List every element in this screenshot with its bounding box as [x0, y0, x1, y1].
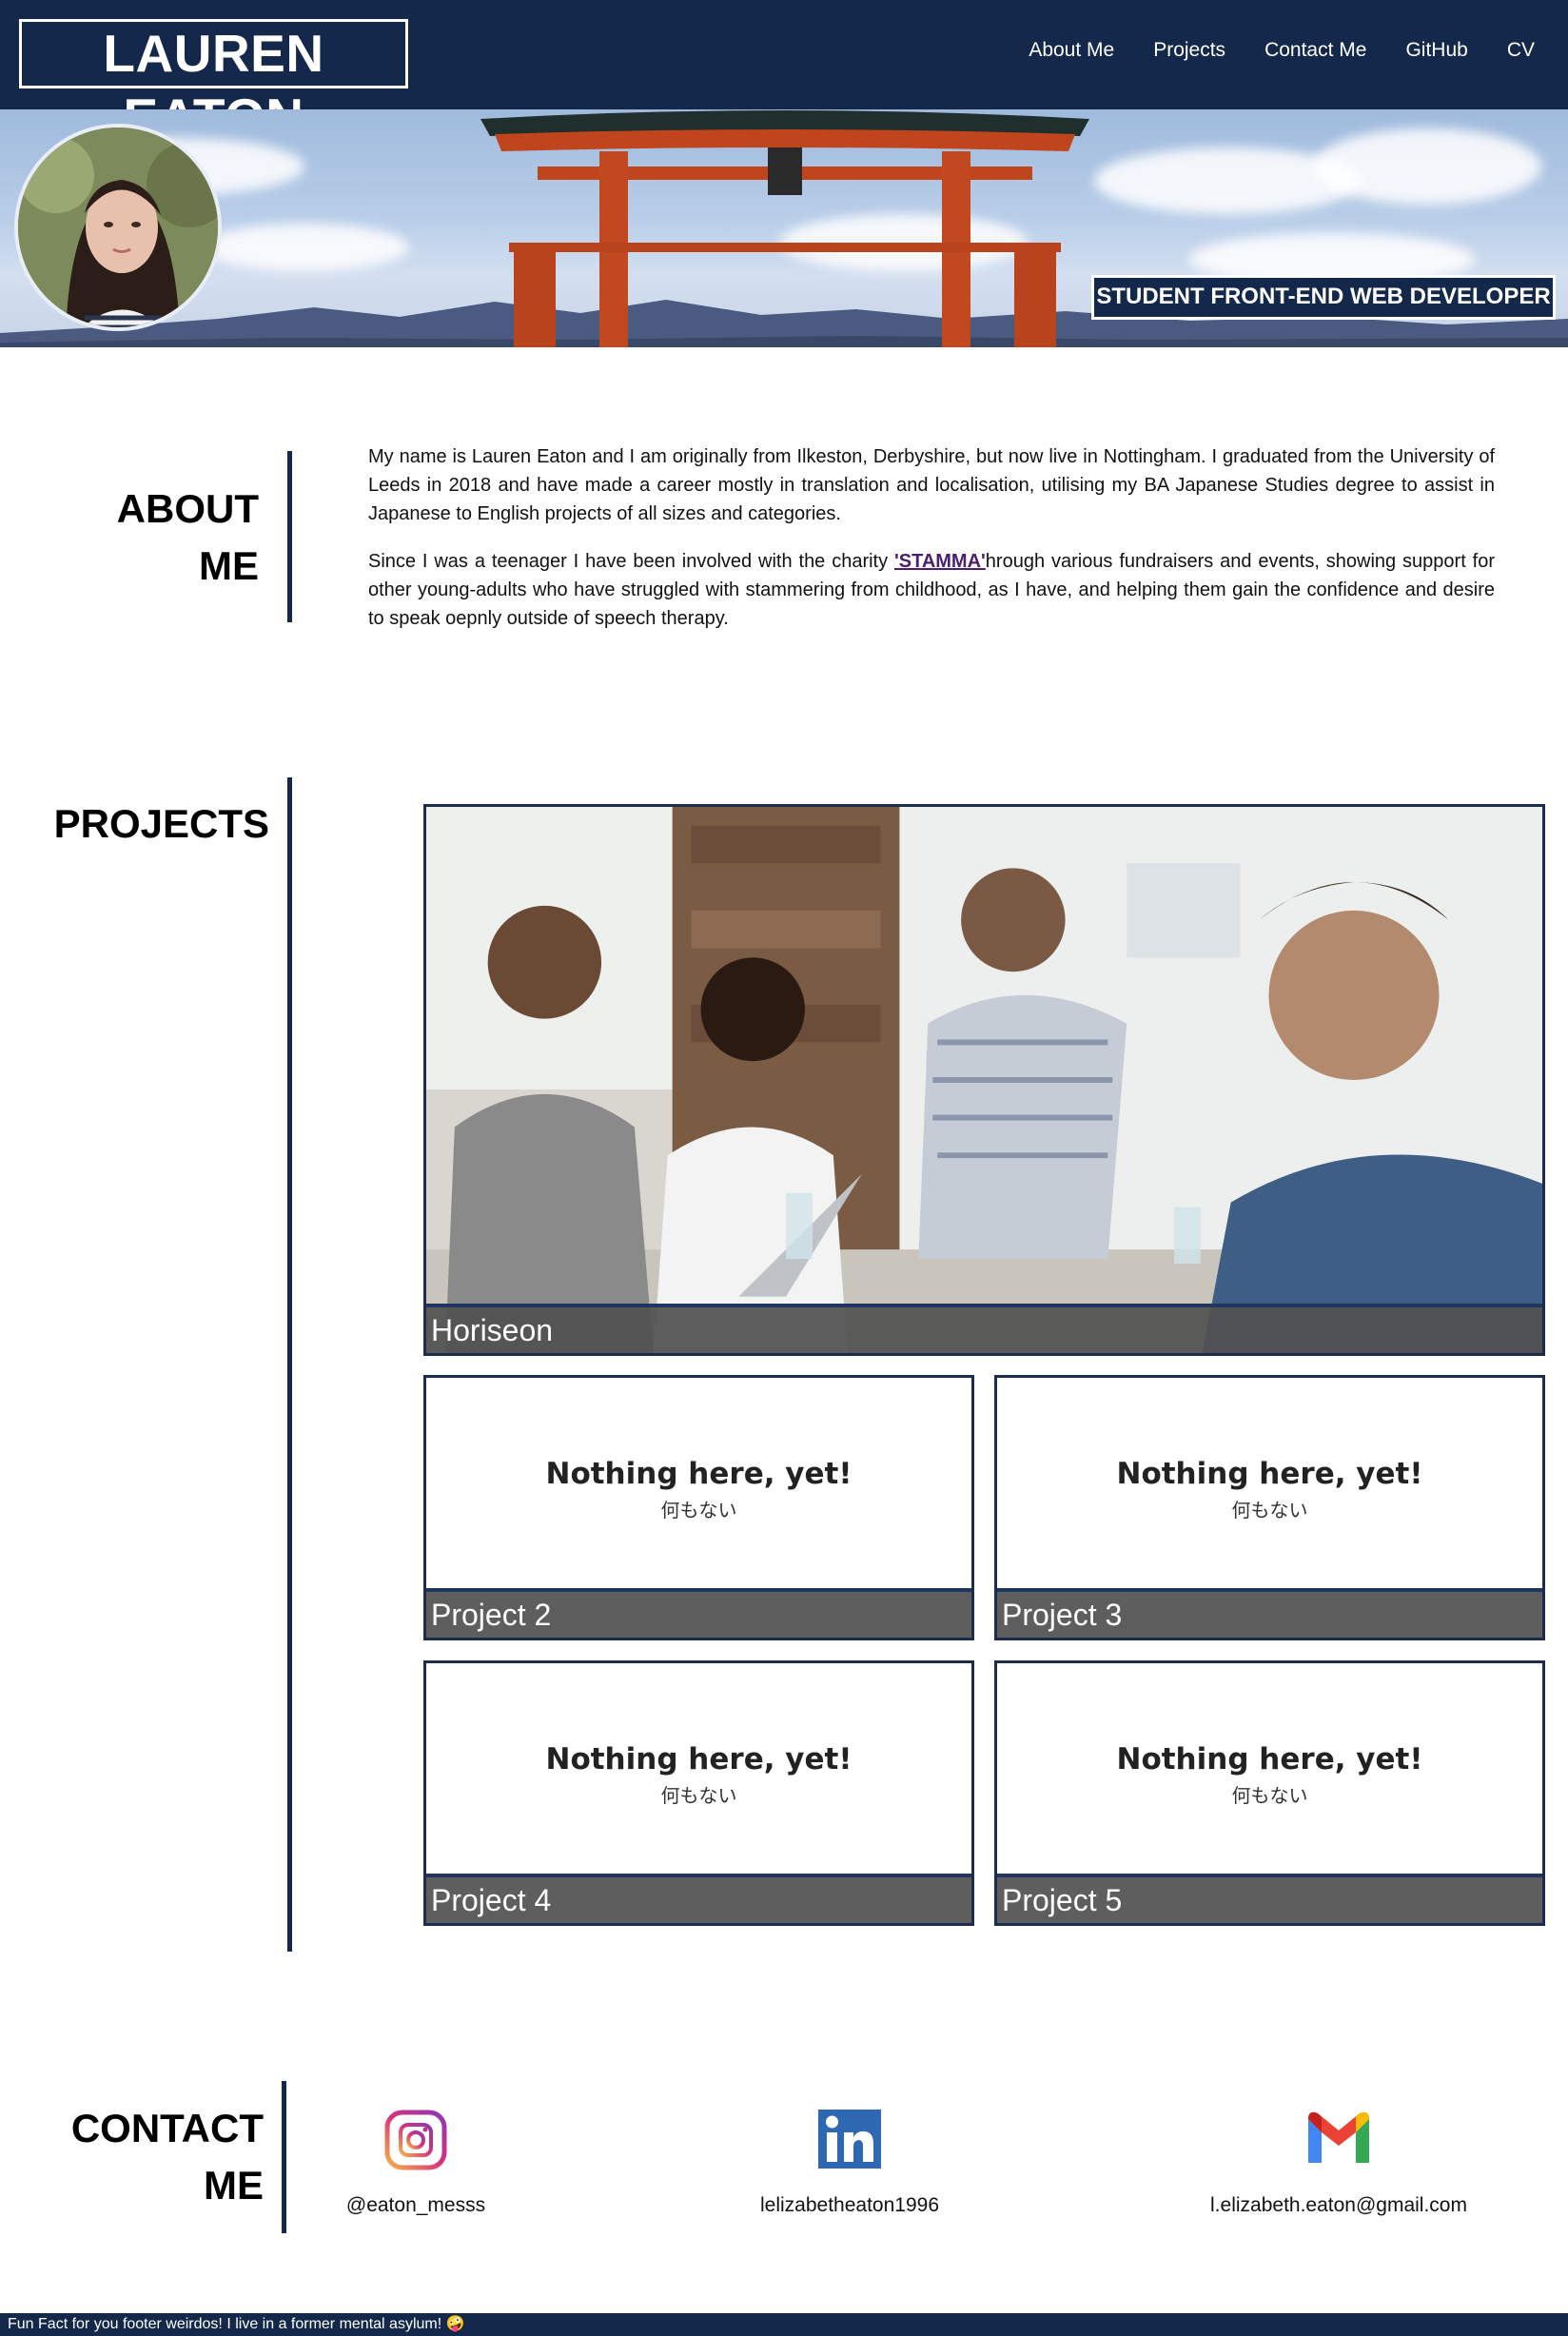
- gmail-icon[interactable]: [1306, 2108, 1371, 2169]
- project-card-4[interactable]: Nothing here, yet! 何もない Project 4: [423, 1660, 974, 1926]
- torii-gate-graphic: [480, 110, 1089, 347]
- contact-heading: CONTACT ME: [70, 2106, 264, 2208]
- email-address[interactable]: l.elizabeth.eaton@gmail.com: [1196, 2194, 1481, 2217]
- stamma-link[interactable]: 'STAMMA': [894, 551, 986, 572]
- about-paragraph-1: My name is Lauren Eaton and I am origina…: [368, 446, 1495, 524]
- instagram-icon[interactable]: [384, 2110, 447, 2170]
- nav-cv[interactable]: CV: [1507, 36, 1535, 65]
- nav-contact-me[interactable]: Contact Me: [1264, 36, 1366, 65]
- project-placeholder: Nothing here, yet! 何もない: [1116, 1742, 1423, 1807]
- nav-github[interactable]: GitHub: [1405, 36, 1467, 65]
- project-caption-5: Project 5: [997, 1874, 1542, 1923]
- linkedin-handle[interactable]: lelizabetheaton1996: [735, 2194, 964, 2217]
- projects-divider: [287, 777, 292, 1952]
- nav-projects[interactable]: Projects: [1153, 36, 1225, 65]
- project-card-horiseon[interactable]: Horiseon: [423, 804, 1545, 1356]
- project-caption-2: Project 2: [426, 1588, 971, 1638]
- project-card-5[interactable]: Nothing here, yet! 何もない Project 5: [994, 1660, 1545, 1926]
- instagram-handle[interactable]: @eaton_messs: [321, 2194, 511, 2217]
- project-caption-horiseon: Horiseon: [426, 1304, 1542, 1353]
- site-logo[interactable]: LAUREN EATON: [19, 19, 408, 147]
- nav-about-me[interactable]: About Me: [1029, 36, 1114, 65]
- about-paragraph-2: Since I was a teenager I have been invol…: [368, 551, 1495, 629]
- site-header: LAUREN EATON About Me Projects Contact M…: [0, 0, 1568, 147]
- site-footer: Fun Fact for you footer weirdos! I live …: [0, 2313, 1568, 2336]
- project-placeholder: Nothing here, yet! 何もない: [545, 1742, 853, 1807]
- project-caption-4: Project 4: [426, 1874, 971, 1923]
- project-placeholder: Nothing here, yet! 何もない: [1116, 1457, 1423, 1521]
- project-card-2[interactable]: Nothing here, yet! 何もない Project 2: [423, 1375, 974, 1640]
- project-card-3[interactable]: Nothing here, yet! 何もない Project 3: [994, 1375, 1545, 1640]
- contact-divider: [282, 2081, 286, 2233]
- hero-tagline: STUDENT FRONT-END WEB DEVELOPER: [1091, 275, 1556, 320]
- linkedin-icon[interactable]: [818, 2110, 881, 2169]
- project-placeholder: Nothing here, yet! 何もない: [545, 1457, 853, 1521]
- project-image: [426, 807, 1542, 1353]
- about-divider: [287, 451, 292, 622]
- about-heading: ABOUT ME: [116, 486, 259, 588]
- project-caption-3: Project 3: [997, 1588, 1542, 1638]
- main-nav: About Me Projects Contact Me GitHub CV: [990, 36, 1535, 65]
- projects-heading: PROJECTS: [53, 801, 269, 846]
- profile-avatar: [14, 124, 222, 331]
